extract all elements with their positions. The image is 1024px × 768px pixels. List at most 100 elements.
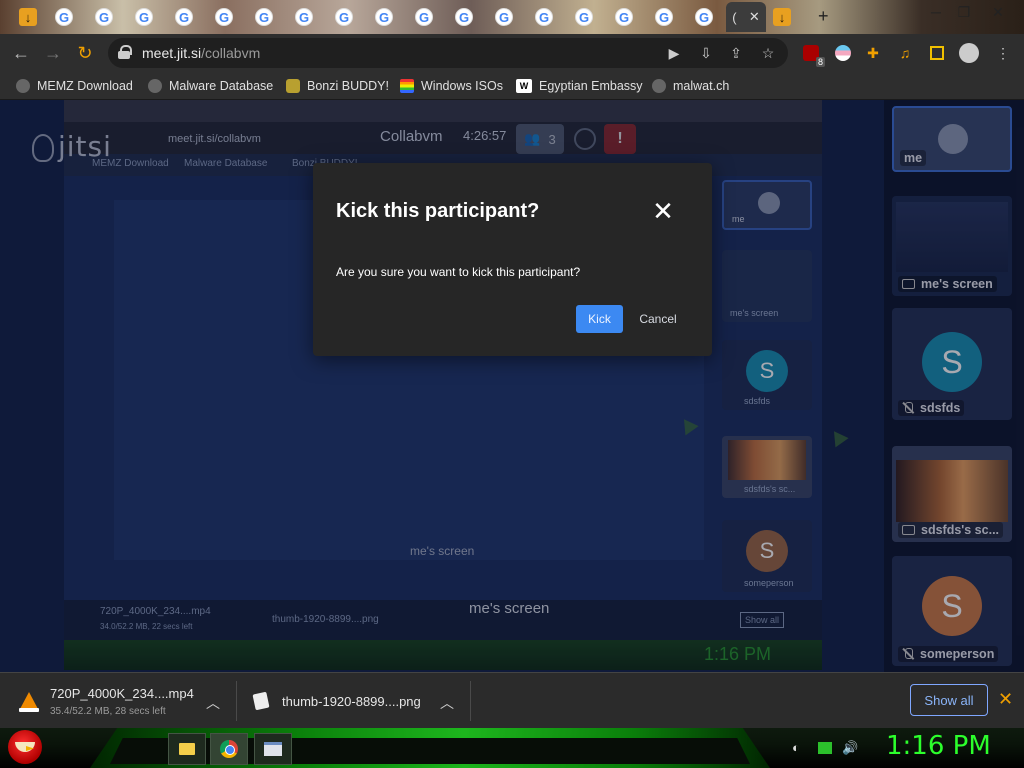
divider xyxy=(236,681,237,721)
download-site-icon: ↓ xyxy=(773,8,791,26)
window-icon xyxy=(264,742,282,756)
google-icon: G xyxy=(495,8,513,26)
taskbar-clock[interactable]: 1:16 PM xyxy=(886,731,991,761)
back-icon[interactable]: ← xyxy=(8,40,34,66)
globe-icon xyxy=(148,79,162,93)
taskbar: ◐ 🔊 1:16 PM xyxy=(0,728,1024,768)
url-text: meet.jit.si/collabvm xyxy=(142,45,261,61)
google-icon: G xyxy=(295,8,313,26)
bookmark-egyptian-embassy[interactable]: W Egyptian Embassy xyxy=(516,77,643,95)
volume-icon[interactable]: 🔊 xyxy=(842,740,858,756)
google-icon: G xyxy=(415,8,433,26)
google-icon: G xyxy=(535,8,553,26)
maximize-icon[interactable]: ❐ xyxy=(950,0,978,24)
globe-icon xyxy=(652,79,666,93)
window-close-icon[interactable]: ✕ xyxy=(984,0,1012,24)
tab-google[interactable]: G xyxy=(212,5,236,29)
show-all-button[interactable]: Show all xyxy=(910,684,988,716)
screen: ↓ G G G G G G G G G G G G G G G G G ( ✕ … xyxy=(0,0,1024,768)
tab-google[interactable]: G xyxy=(572,5,596,29)
wix-icon: W xyxy=(516,79,532,93)
close-icon[interactable]: ✕ xyxy=(649,196,677,226)
tab-google[interactable]: G xyxy=(692,5,716,29)
download-status: 35.4/52.2 MB, 28 secs left xyxy=(50,705,166,717)
tab-google[interactable]: G xyxy=(452,5,476,29)
chevron-up-icon[interactable]: ︿ xyxy=(440,693,454,713)
install-icon[interactable]: ⇩ xyxy=(696,43,716,63)
tray-icon[interactable]: ◐ xyxy=(792,740,800,755)
tab-google[interactable]: G xyxy=(292,5,316,29)
vlc-icon xyxy=(18,690,40,712)
bonzi-icon xyxy=(286,79,300,93)
google-icon: G xyxy=(215,8,233,26)
share-icon[interactable]: ⇪ xyxy=(726,43,746,63)
bookmark-bonzi[interactable]: Bonzi BUDDY! xyxy=(286,77,389,95)
folder-icon xyxy=(179,743,195,755)
google-icon: G xyxy=(695,8,713,26)
profile-avatar-icon[interactable] xyxy=(958,42,980,64)
taskbar-explorer[interactable] xyxy=(168,733,206,765)
extension-badge: 8 xyxy=(815,57,825,67)
taskbar-chrome[interactable] xyxy=(210,733,248,765)
download-filename: thumb-1920-8899....png xyxy=(282,693,421,709)
taskbar-window[interactable] xyxy=(254,733,292,765)
bookmark-malware-database[interactable]: Malware Database xyxy=(148,77,273,95)
bookmark-malwatch[interactable]: malwat.ch xyxy=(652,77,729,95)
dialog-title: Kick this participant? xyxy=(336,200,540,222)
download-item-png[interactable]: thumb-1920-8899....png xyxy=(252,673,434,729)
reload-icon[interactable]: ↻ xyxy=(72,40,98,66)
tab-google[interactable]: G xyxy=(172,5,196,29)
media-controls-icon[interactable]: ♫ xyxy=(894,42,916,64)
tab-download[interactable]: ↓ xyxy=(16,5,40,29)
tab-google[interactable]: G xyxy=(52,5,76,29)
network-icon[interactable] xyxy=(818,742,832,754)
google-icon: G xyxy=(335,8,353,26)
tab-google[interactable]: G xyxy=(652,5,676,29)
google-icon: G xyxy=(95,8,113,26)
forward-icon[interactable]: → xyxy=(40,40,66,66)
tab-download[interactable]: ↓ xyxy=(770,5,794,29)
tab-google[interactable]: G xyxy=(492,5,516,29)
address-bar[interactable]: meet.jit.si/collabvm ▶ ⇩ ⇪ ☆ xyxy=(108,38,788,68)
extensions-icon[interactable]: ✚ xyxy=(862,42,884,64)
tab-active[interactable]: ( ✕ xyxy=(726,2,766,32)
cancel-button[interactable]: Cancel xyxy=(633,305,683,333)
tab-google[interactable]: G xyxy=(372,5,396,29)
bookmark-memz[interactable]: MEMZ Download xyxy=(16,77,133,95)
camera-icon[interactable]: ▶ xyxy=(664,43,684,63)
new-tab-icon[interactable]: + xyxy=(818,6,829,27)
globe-icon xyxy=(16,79,30,93)
tab-close-icon[interactable]: ✕ xyxy=(749,9,760,25)
menu-icon[interactable]: ⋮ xyxy=(992,42,1014,64)
google-icon: G xyxy=(255,8,273,26)
taskbar-theme xyxy=(110,738,750,764)
google-icon: G xyxy=(615,8,633,26)
google-icon: G xyxy=(655,8,673,26)
close-icon[interactable]: ✕ xyxy=(998,689,1013,710)
kick-button[interactable]: Kick xyxy=(576,305,623,333)
google-icon: G xyxy=(175,8,193,26)
google-icon: G xyxy=(455,8,473,26)
side-panel-icon[interactable] xyxy=(926,42,948,64)
tab-google[interactable]: G xyxy=(132,5,156,29)
loading-icon: ( xyxy=(732,9,737,25)
tab-google[interactable]: G xyxy=(612,5,636,29)
start-button-icon[interactable] xyxy=(8,730,42,764)
tab-google[interactable]: G xyxy=(412,5,436,29)
minimize-icon[interactable]: ─ xyxy=(922,0,950,24)
tab-google[interactable]: G xyxy=(532,5,556,29)
file-icon xyxy=(252,691,270,711)
kick-participant-dialog: Kick this participant? ✕ Are you sure yo… xyxy=(313,163,712,356)
tab-google[interactable]: G xyxy=(92,5,116,29)
bookmark-windows-isos[interactable]: Windows ISOs xyxy=(400,77,503,95)
divider xyxy=(470,681,471,721)
google-icon: G xyxy=(575,8,593,26)
tab-google[interactable]: G xyxy=(332,5,356,29)
tab-google[interactable]: G xyxy=(252,5,276,29)
ublock-icon[interactable]: 8 xyxy=(800,42,825,67)
download-bar: 720P_4000K_234....mp4 35.4/52.2 MB, 28 s… xyxy=(0,672,1024,728)
chevron-up-icon[interactable]: ︿ xyxy=(206,693,220,713)
flag-icon[interactable] xyxy=(832,42,854,64)
download-item-mp4[interactable]: 720P_4000K_234....mp4 35.4/52.2 MB, 28 s… xyxy=(18,673,228,729)
bookmark-star-icon[interactable]: ☆ xyxy=(758,43,778,63)
